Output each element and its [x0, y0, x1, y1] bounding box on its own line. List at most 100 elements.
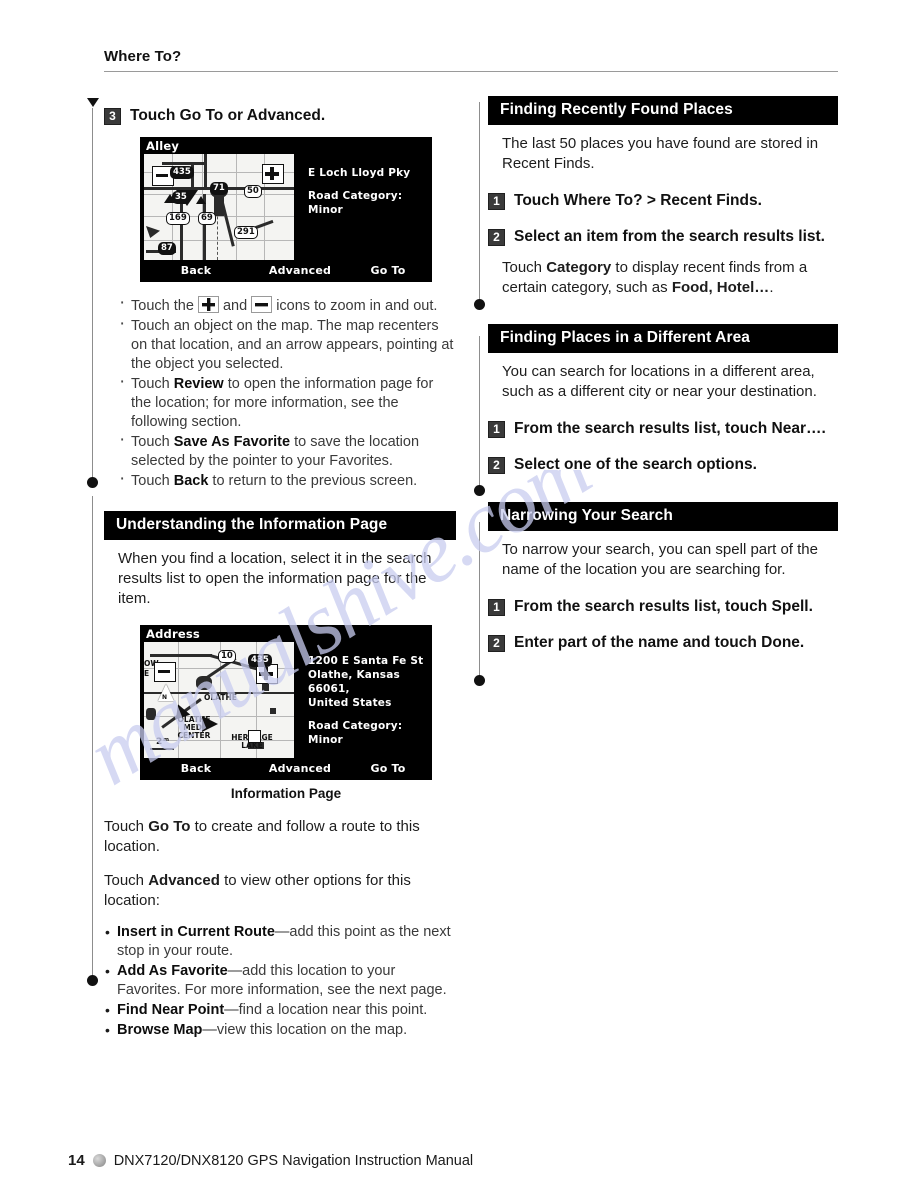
- section1-step-2: 2 Select an item from the search results…: [488, 227, 838, 246]
- device-info-line-1: E Loch Lloyd Pky: [308, 167, 411, 179]
- device-back-button[interactable]: Back: [140, 264, 252, 277]
- map-shield: 87: [158, 242, 176, 255]
- rail-triangle-marker: [87, 98, 99, 107]
- page-number: 14: [68, 1152, 85, 1169]
- map-zoom-in-button[interactable]: [256, 664, 278, 684]
- kenwood-bullet-icon: [92, 1154, 106, 1167]
- map-canvas: 435 35 169 69 50 291 71 87: [144, 154, 294, 260]
- map-shield: 169: [166, 212, 190, 225]
- device-info-line-4: Road Category: Minor: [308, 720, 403, 746]
- section3-step-2: 2 Enter part of the name and touch Done.: [488, 633, 838, 652]
- rail-line: [479, 522, 481, 678]
- device-info-line-2: Road Category: Minor: [308, 190, 403, 216]
- section-heading-finding-places-in-a-different-area: Finding Places in a Different Area: [488, 324, 838, 353]
- step-instruction: Touch Where To? > Recent Finds.: [514, 192, 762, 209]
- left-column: 3 Touch Go To or Advanced. Alley 435 35 …: [87, 96, 456, 1041]
- device-goto-button[interactable]: Go To: [348, 762, 428, 775]
- device-info-panel: 1200 E Santa Fe St Olathe, Kansas 66061,…: [294, 642, 432, 758]
- step-instruction: Select one of the search options.: [514, 456, 757, 473]
- step-number-badge: 2: [488, 635, 505, 652]
- rail-end-dot: [474, 485, 485, 496]
- device-body: N OW E OLATHE OLATHEMEDICENTER HERITAGEL…: [140, 642, 432, 758]
- map-shield: 435: [170, 166, 194, 179]
- device-info-line-1: 1200 E Santa Fe St: [308, 655, 424, 667]
- step-instruction: Enter part of the name and touch Done.: [514, 634, 805, 651]
- rail-line: [92, 496, 94, 978]
- step-instruction: From the search results list, touch Near…: [514, 420, 826, 437]
- device-button-bar: Back Advanced Go To: [140, 758, 432, 780]
- list-item: Touch Back to return to the previous scr…: [118, 469, 456, 491]
- footer-title: DNX7120/DNX8120 GPS Navigation Instructi…: [113, 1152, 474, 1169]
- section-heading-narrowing-your-search: Narrowing Your Search: [488, 502, 838, 531]
- device-advanced-button[interactable]: Advanced: [252, 762, 348, 775]
- rail-line: [479, 336, 481, 488]
- device-title: Address: [146, 627, 200, 641]
- step-instruction: Select an item from the search results l…: [514, 228, 825, 245]
- rail-end-dot: [87, 975, 98, 986]
- device-screenshot-address: Address N OW E OLATHE OLATHE MEDI CENTER…: [140, 625, 432, 780]
- page-footer: 14 DNX7120/DNX8120 GPS Navigation Instru…: [68, 1152, 473, 1169]
- step-instruction: From the search results list, touch Spel…: [514, 598, 813, 615]
- map-shield: 291: [234, 226, 258, 239]
- list-item: Browse Map—view this location on the map…: [104, 1021, 456, 1040]
- section-heading-finding-recently-found-places: Finding Recently Found Places: [488, 96, 838, 125]
- page-header: Where To?: [104, 48, 838, 72]
- figure-caption: Information Page: [230, 786, 342, 801]
- step-number-badge: 2: [488, 457, 505, 474]
- device-back-button[interactable]: Back: [140, 762, 252, 775]
- list-item: Touch the and icons to zoom in and out.: [118, 293, 456, 316]
- margin-rail-right-3: [474, 522, 485, 686]
- device-goto-button[interactable]: Go To: [348, 264, 428, 277]
- section-body-text: When you find a location, select it in t…: [118, 550, 432, 607]
- step-number-badge: 1: [488, 193, 505, 210]
- margin-rail-right-2: [474, 336, 485, 496]
- section2-body: You can search for locations in a differ…: [502, 363, 817, 400]
- paragraph-goto: Touch Go To to create and follow a route…: [104, 818, 420, 855]
- map-page-tips-list: Touch the and icons to zoom in and out. …: [104, 293, 456, 491]
- minus-icon: [251, 296, 273, 313]
- section1-step-1: 1 Touch Where To? > Recent Finds.: [488, 191, 838, 210]
- list-item: Touch an object on the map. The map rece…: [118, 314, 456, 374]
- paragraph-advanced: Touch Advanced to view other options for…: [104, 872, 411, 909]
- map-shield: 69: [198, 212, 216, 225]
- step-number-badge: 2: [488, 229, 505, 246]
- list-item: Touch Review to open the information pag…: [118, 372, 456, 432]
- device-info-line-3: United States: [308, 697, 392, 709]
- list-item: Insert in Current Route—add this point a…: [104, 923, 456, 961]
- section1-body: The last 50 places you have found are st…: [502, 135, 819, 172]
- step-3: 3 Touch Go To or Advanced.: [104, 106, 456, 125]
- section-heading-understanding-information-page: Understanding the Information Page: [104, 511, 456, 540]
- header-rule: [104, 71, 838, 72]
- rail-end-dot: [474, 675, 485, 686]
- map-shield: 10: [218, 650, 236, 663]
- step-number-badge: 1: [488, 421, 505, 438]
- step-number-badge: 1: [488, 599, 505, 616]
- margin-rail-left-2: [87, 496, 98, 986]
- advanced-options-list: Insert in Current Route—add this point a…: [104, 923, 456, 1040]
- map-shield: 50: [244, 185, 262, 198]
- section2-step-1: 1 From the search results list, touch Ne…: [488, 419, 838, 438]
- map-canvas: N OW E OLATHE OLATHEMEDICENTER HERITAGEL…: [144, 642, 294, 758]
- rail-end-dot: [87, 477, 98, 488]
- map-shield: 35: [172, 191, 190, 204]
- map-zoom-in-button[interactable]: [262, 164, 284, 184]
- margin-rail-right-1: [474, 102, 485, 310]
- map-shield: 435: [248, 654, 272, 667]
- device-button-bar: Back Advanced Go To: [140, 260, 432, 282]
- section1-footnote: Touch Category to display recent finds f…: [502, 259, 808, 296]
- right-column: Finding Recently Found Places The last 5…: [474, 96, 838, 686]
- list-item: Touch Save As Favorite to save the locat…: [118, 430, 456, 471]
- device-advanced-button[interactable]: Advanced: [252, 264, 348, 277]
- section2-step-2: 2 Select one of the search options.: [488, 455, 838, 474]
- plus-icon: [197, 296, 219, 313]
- rail-line: [92, 108, 94, 480]
- step-instruction: Touch Go To or Advanced.: [130, 107, 326, 124]
- rail-line: [479, 102, 481, 302]
- rail-end-dot: [474, 299, 485, 310]
- map-zoom-out-button[interactable]: [154, 662, 176, 682]
- device-title: Alley: [146, 139, 180, 153]
- device-screenshot-alley: Alley 435 35 169 69 50 291 71 87 E Loch …: [140, 137, 432, 282]
- list-item: Add As Favorite—add this location to you…: [104, 962, 456, 1000]
- device-info-line-2: Olathe, Kansas 66061,: [308, 669, 400, 695]
- device-body: 435 35 169 69 50 291 71 87 E Loch Lloyd …: [140, 154, 432, 260]
